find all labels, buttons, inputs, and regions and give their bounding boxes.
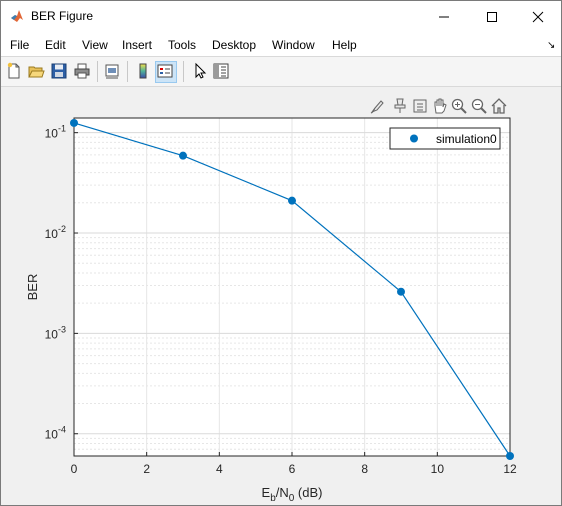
x-tick-label: 2 xyxy=(143,462,150,476)
x-tick-label: 6 xyxy=(289,462,296,476)
x-tick-label: 0 xyxy=(71,462,78,476)
data-point[interactable] xyxy=(288,196,296,205)
x-tick-label: 8 xyxy=(361,462,368,476)
data-point[interactable] xyxy=(397,287,405,296)
data-point[interactable] xyxy=(506,452,514,460)
y-tick-label: 10-4 xyxy=(45,425,66,442)
ber-plot[interactable]: 0 2 4 6 8 10 12 10-1 10-2 10-3 10-4 Eb/N0 (dB) BER si… xyxy=(1,1,561,505)
y-tick-label: 10-3 xyxy=(45,324,66,341)
y-tick-label: 10-1 xyxy=(45,124,66,141)
x-tick-label: 4 xyxy=(216,462,223,476)
legend-label: simulation0 xyxy=(436,132,497,146)
data-point[interactable] xyxy=(179,151,187,160)
figure-window: BER Figure File Edit View Insert Tools D… xyxy=(0,0,562,506)
legend-marker xyxy=(410,134,418,143)
x-tick-label: 12 xyxy=(503,462,517,476)
x-tick-label: 10 xyxy=(431,462,445,476)
y-axis-label: BER xyxy=(25,274,40,301)
data-point[interactable] xyxy=(70,118,78,127)
y-tick-label: 10-2 xyxy=(45,224,66,241)
x-axis-label: Eb/N0 (dB) xyxy=(262,485,323,504)
